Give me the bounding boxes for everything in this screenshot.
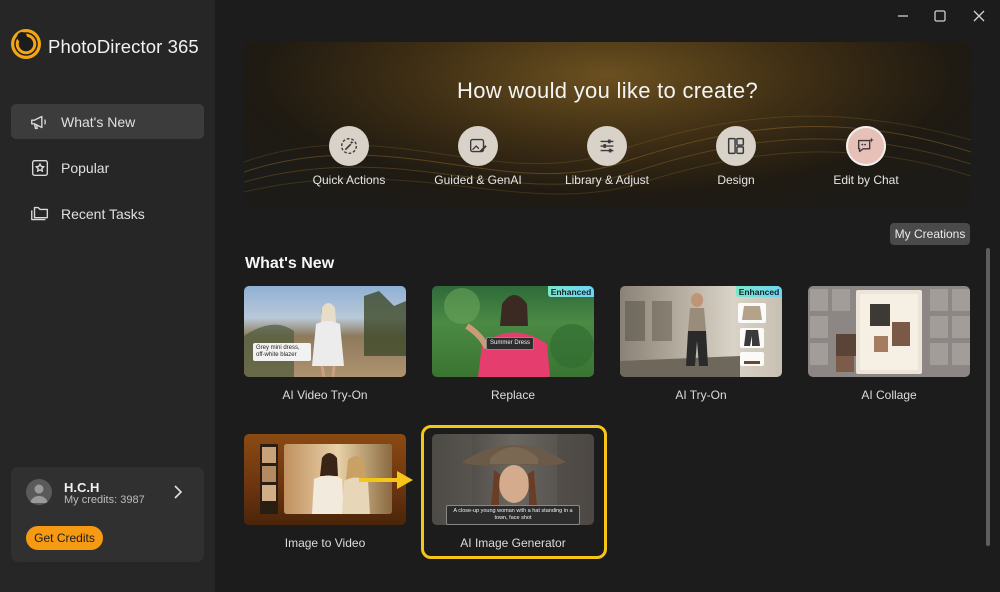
card-label: Image to Video (284, 536, 366, 550)
create-option-label: Guided & GenAI (434, 173, 522, 187)
sidebar-item-whats-new[interactable]: What's New (11, 104, 204, 139)
sidebar-item-label: Recent Tasks (61, 205, 145, 222)
chevron-right-icon[interactable] (171, 484, 185, 500)
create-option-guided-genai[interactable]: Guided & GenAI (418, 126, 538, 187)
star-icon (31, 159, 49, 176)
scrollbar[interactable] (986, 248, 990, 546)
card-label: AI Collage (861, 388, 917, 402)
create-option-library-adjust[interactable]: Library & Adjust (547, 126, 667, 187)
prompt-chip: Grey mini dress, off-white blazer (253, 343, 311, 361)
folders-icon (31, 206, 49, 220)
card-thumbnail: Enhanced Summer Dress (432, 286, 594, 377)
get-credits-button[interactable]: Get Credits (26, 526, 103, 550)
sliders-icon (600, 139, 614, 153)
my-creations-button[interactable]: My Creations (890, 223, 970, 245)
magic-wand-icon (340, 137, 358, 155)
feature-card-replace[interactable]: Enhanced Summer Dress Replace (432, 286, 594, 402)
avatar (26, 479, 52, 505)
user-icon (30, 484, 48, 503)
enhanced-badge: Enhanced (736, 286, 782, 297)
hero-title: How would you like to create? (457, 78, 758, 103)
chat-sparkle-icon (857, 137, 874, 153)
create-option-design[interactable]: Design (676, 126, 796, 187)
maximize-icon[interactable] (930, 6, 950, 26)
feature-card-image-to-video[interactable]: Image to Video (244, 434, 406, 550)
app-title: PhotoDirector 365 (48, 36, 199, 57)
sidebar-item-label: Popular (61, 159, 110, 176)
create-option-label: Design (717, 173, 755, 187)
card-label: Replace (490, 388, 536, 402)
thumbnail-art (810, 289, 970, 374)
layout-icon (727, 137, 745, 155)
arrow-right-icon (359, 471, 413, 489)
thumbnail-art (244, 291, 406, 377)
create-hero-banner: How would you like to create? Quick Acti… (244, 42, 971, 208)
feature-card-ai-try-on[interactable]: Enhanced AI Try-On (620, 286, 782, 402)
section-title: What's New (245, 255, 335, 272)
card-label: AI Try-On (675, 388, 727, 402)
minimize-icon[interactable] (893, 6, 913, 26)
user-credits: My credits: 3987 (64, 494, 145, 506)
create-option-label: Quick Actions (312, 173, 386, 187)
enhanced-badge: Enhanced (548, 286, 594, 297)
sidebar-item-popular[interactable]: Popular (11, 150, 204, 185)
card-thumbnail (808, 286, 970, 377)
sidebar-item-recent-tasks[interactable]: Recent Tasks (11, 196, 204, 231)
highlight-frame (421, 425, 607, 559)
card-thumbnail: Grey mini dress, off-white blazer (244, 286, 406, 377)
create-option-label: Library & Adjust (564, 173, 650, 187)
feature-card-ai-collage[interactable]: AI Collage (808, 286, 970, 402)
sidebar: PhotoDirector 365 What's New Popular Rec… (0, 0, 215, 592)
create-option-edit-by-chat[interactable]: Edit by Chat (806, 126, 926, 187)
create-option-quick-actions[interactable]: Quick Actions (289, 126, 409, 187)
feature-card-ai-video-try-on[interactable]: Grey mini dress, off-white blazer AI Vid… (244, 286, 406, 402)
app-logo-icon (11, 29, 41, 59)
thumbnail-art (444, 288, 594, 377)
user-name: H.C.H (64, 480, 100, 495)
image-edit-icon (469, 138, 487, 153)
user-card[interactable]: H.C.H My credits: 3987 Get Credits (11, 467, 204, 562)
close-icon[interactable] (969, 6, 989, 26)
megaphone-icon (31, 115, 46, 129)
sidebar-item-label: What's New (61, 113, 136, 130)
card-thumbnail: Enhanced (620, 286, 782, 377)
prompt-chip: Summer Dress (486, 337, 535, 350)
create-option-label: Edit by Chat (833, 173, 899, 187)
thumbnail-art (620, 293, 766, 377)
card-label: AI Video Try-On (282, 388, 368, 402)
